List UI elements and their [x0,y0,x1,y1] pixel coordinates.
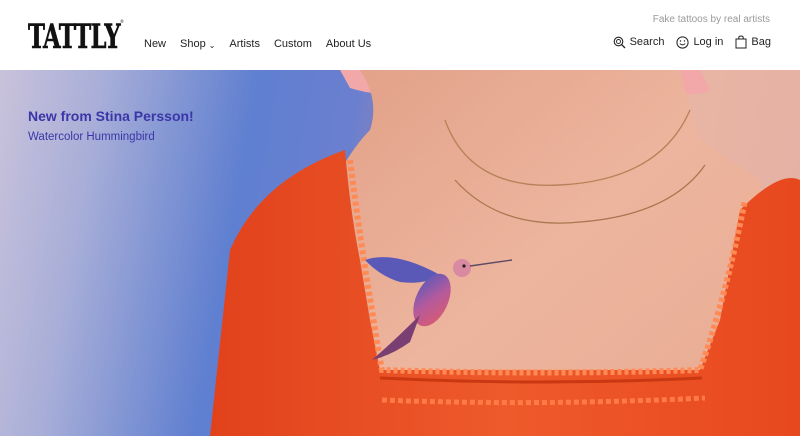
hero-subheadline[interactable]: Watercolor Hummingbird [28,131,155,143]
logo-wordmark: TATTLY [28,17,121,53]
hero-headline[interactable]: New from Stina Persson! [28,108,194,124]
shopping-bag-icon [735,35,747,49]
hero-banner[interactable]: New from Stina Persson! Watercolor Hummi… [0,70,800,436]
main-nav: New Shop ⌄ Artists Custom About Us [144,38,385,50]
chevron-down-icon: ⌄ [208,40,216,50]
login-button[interactable]: Log in [676,35,723,49]
tagline: Fake tattoos by real artists [652,14,770,25]
nav-label: Artists [229,38,260,50]
nav-label: Custom [273,38,312,50]
svg-text:®: ® [120,19,124,24]
search-label: Search [629,36,665,48]
nav-item-shop[interactable]: Shop ⌄ [180,38,215,50]
smiley-icon [676,35,690,49]
nav-label: New [144,38,167,50]
search-icon [613,36,626,49]
bag-button[interactable]: Bag [735,35,771,49]
search-button[interactable]: Search [613,35,665,49]
nav-item-artists[interactable]: Artists [229,38,260,50]
nav-label: Shop [180,38,206,50]
nav-label: About Us [325,38,372,50]
utility-nav: Search Log in Bag [613,35,771,49]
bag-label: Bag [751,36,771,48]
login-label: Log in [693,36,724,48]
site-header: TATTLY ® New Shop ⌄ Artists Custom About… [0,0,800,70]
nav-item-new[interactable]: New [144,38,166,50]
hero-image [210,70,800,436]
tattly-logo[interactable]: TATTLY ® [28,15,124,53]
nav-item-custom[interactable]: Custom [274,38,312,50]
nav-item-about-us[interactable]: About Us [326,38,371,50]
